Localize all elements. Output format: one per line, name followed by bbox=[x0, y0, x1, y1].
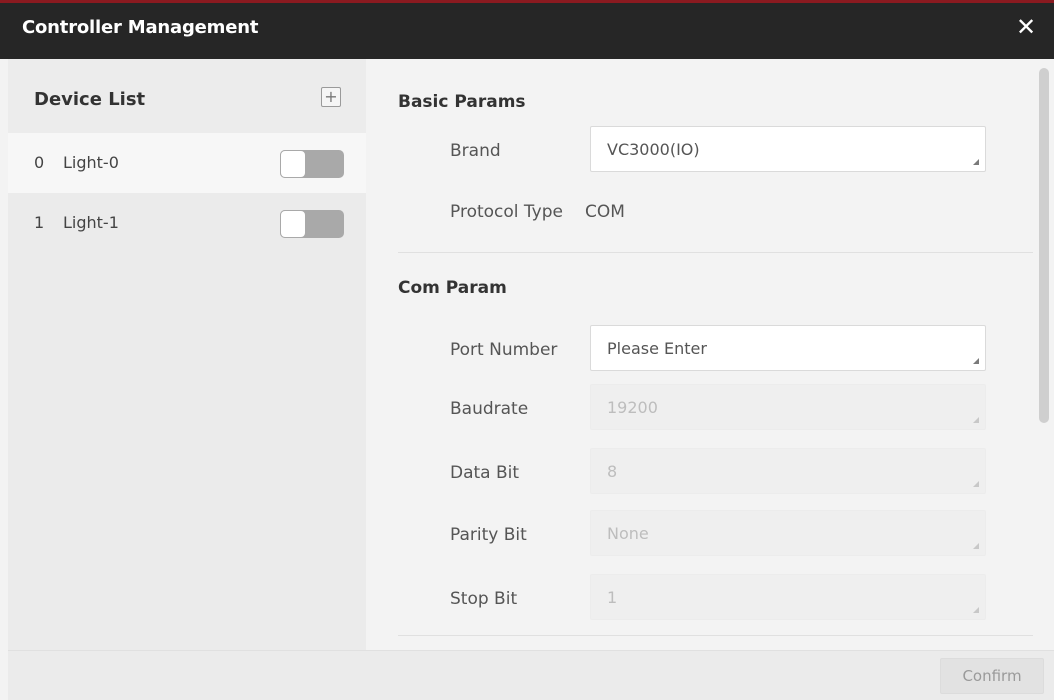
section-divider bbox=[398, 252, 1033, 253]
stop-bit-value: 1 bbox=[607, 588, 618, 607]
close-icon[interactable]: ✕ bbox=[1014, 13, 1038, 41]
device-list-header: Device List + bbox=[8, 59, 366, 133]
dropdown-corner-icon bbox=[973, 607, 979, 613]
parity-bit-label: Parity Bit bbox=[450, 525, 527, 545]
basic-params-title: Basic Params bbox=[398, 92, 526, 112]
device-index: 0 bbox=[34, 153, 45, 172]
port-number-select[interactable]: Please Enter bbox=[590, 325, 986, 371]
stop-bit-select: 1 bbox=[590, 574, 986, 620]
protocol-type-label: Protocol Type bbox=[450, 202, 563, 222]
section-divider bbox=[398, 635, 1033, 636]
dropdown-corner-icon bbox=[973, 358, 979, 364]
dropdown-corner-icon bbox=[973, 481, 979, 487]
device-index: 1 bbox=[34, 213, 45, 232]
brand-label: Brand bbox=[450, 141, 501, 161]
toggle-knob bbox=[280, 150, 306, 178]
baudrate-label: Baudrate bbox=[450, 399, 529, 419]
brand-value: VC3000(IO) bbox=[607, 140, 700, 159]
toggle-knob bbox=[280, 210, 306, 238]
dropdown-corner-icon bbox=[973, 417, 979, 423]
data-bit-select: 8 bbox=[590, 448, 986, 494]
baudrate-select: 19200 bbox=[590, 384, 986, 430]
dialog-title: Controller Management bbox=[22, 17, 259, 38]
params-panel: Basic Params Brand VC3000(IO) Protocol T… bbox=[366, 59, 1046, 650]
device-item-light-1[interactable]: 1 Light-1 bbox=[8, 193, 366, 253]
device-list-panel: Device List + 0 Light-0 1 Light-1 bbox=[8, 59, 366, 650]
brand-select[interactable]: VC3000(IO) bbox=[590, 126, 986, 172]
device-name: Light-0 bbox=[63, 153, 119, 172]
params-scrollbar-thumb[interactable] bbox=[1039, 68, 1049, 423]
baudrate-value: 19200 bbox=[607, 398, 658, 417]
controller-management-dialog: Controller Management ✕ Device List + 0 … bbox=[0, 0, 1054, 700]
confirm-button[interactable]: Confirm bbox=[940, 658, 1044, 694]
parity-bit-value: None bbox=[607, 524, 649, 543]
device-enable-toggle[interactable] bbox=[280, 210, 344, 238]
device-item-light-0[interactable]: 0 Light-0 bbox=[8, 133, 366, 193]
device-enable-toggle[interactable] bbox=[280, 150, 344, 178]
port-number-placeholder: Please Enter bbox=[607, 339, 707, 358]
stop-bit-label: Stop Bit bbox=[450, 589, 518, 609]
title-bar: Controller Management ✕ bbox=[0, 3, 1054, 59]
device-list-title: Device List bbox=[34, 89, 146, 110]
device-name: Light-1 bbox=[63, 213, 119, 232]
port-number-label: Port Number bbox=[450, 340, 558, 360]
dropdown-corner-icon bbox=[973, 543, 979, 549]
add-device-icon[interactable]: + bbox=[321, 87, 341, 107]
com-param-title: Com Param bbox=[398, 278, 507, 298]
protocol-type-value: COM bbox=[585, 202, 625, 222]
parity-bit-select: None bbox=[590, 510, 986, 556]
dialog-footer: Confirm bbox=[8, 650, 1054, 700]
data-bit-label: Data Bit bbox=[450, 463, 520, 483]
dropdown-corner-icon bbox=[973, 159, 979, 165]
data-bit-value: 8 bbox=[607, 462, 618, 481]
